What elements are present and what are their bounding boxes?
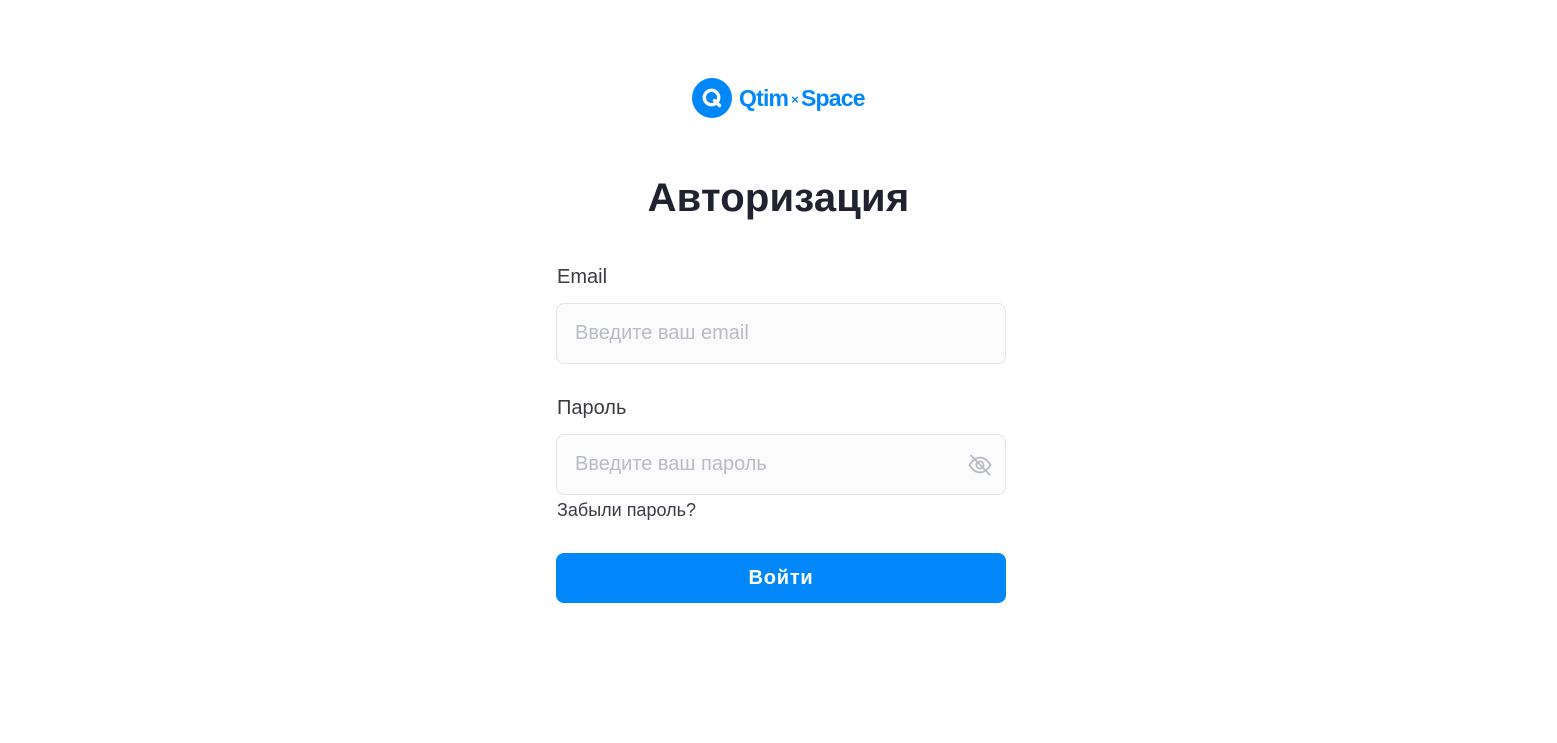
brand-name-left: Qtim [739,84,789,111]
forgot-password-link[interactable]: Забыли пароль? [557,500,696,521]
email-label: Email [557,266,608,288]
login-page: Qtim × Space Авторизация Email Пароль За… [0,0,1557,743]
email-field-wrapper [556,303,1006,364]
page-title: Авторизация [647,176,910,220]
login-button[interactable]: Войти [556,553,1006,603]
brand-wordmark: Qtim × Space [739,84,866,112]
eye-off-icon[interactable] [967,452,993,478]
brand-logo: Qtim × Space [692,78,866,118]
brand-name-right: Space [801,84,866,111]
q-logo-icon [692,78,732,118]
password-field[interactable] [557,435,955,494]
password-field-wrapper [556,434,1006,495]
brand-separator: × [791,91,799,107]
password-label: Пароль [557,397,627,419]
email-field[interactable] [557,304,955,363]
